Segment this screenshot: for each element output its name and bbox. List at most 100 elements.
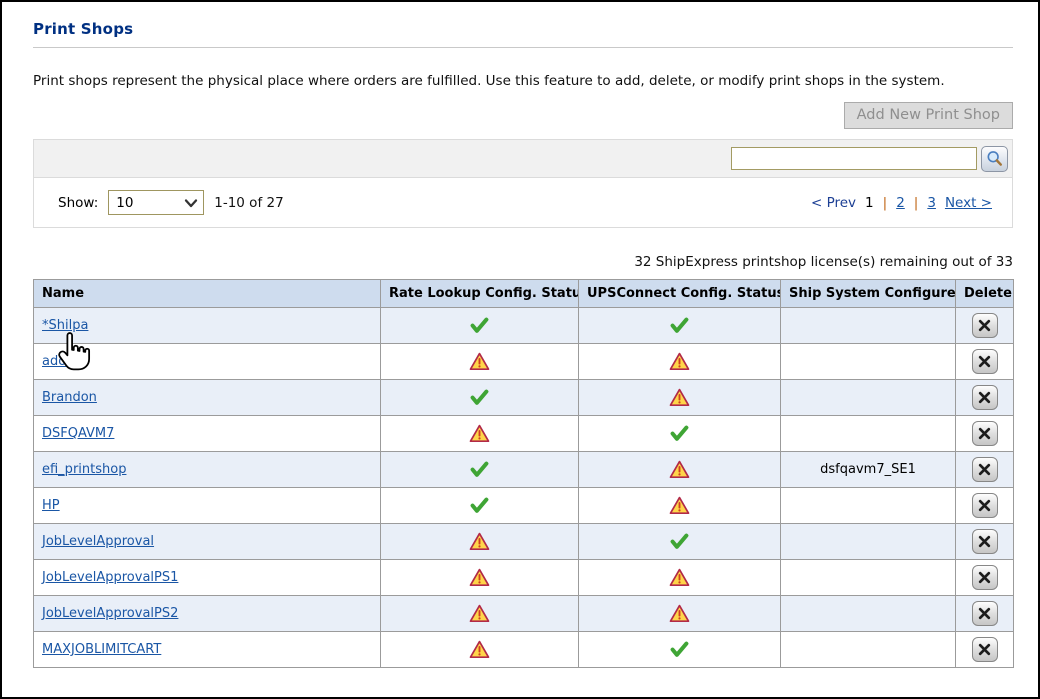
rate-lookup-status-cell: [381, 488, 579, 524]
upsconnect-status-cell: [579, 560, 781, 596]
add-new-print-shop-button[interactable]: Add New Print Shop: [844, 102, 1013, 129]
green-check-icon: [670, 317, 689, 334]
x-icon: [978, 427, 991, 440]
printshop-name-cell: *Shilpa: [34, 308, 381, 344]
table-row: DSFQAVM7: [34, 416, 1014, 452]
search-input[interactable]: [731, 147, 977, 170]
ship-system-cell: [781, 632, 956, 668]
printshop-link[interactable]: DSFQAVM7: [42, 426, 114, 441]
delete-button[interactable]: [972, 601, 998, 626]
delete-cell: [956, 524, 1014, 560]
delete-cell: [956, 560, 1014, 596]
table-row: MAXJOBLIMITCART: [34, 632, 1014, 668]
upsconnect-status-cell: [579, 632, 781, 668]
print-shops-table: Name Rate Lookup Config. Status UPSConne…: [33, 279, 1014, 668]
delete-cell: [956, 452, 1014, 488]
ship-system-cell: [781, 308, 956, 344]
x-icon: [978, 535, 991, 548]
green-check-icon: [470, 461, 489, 478]
page-number-current: 1: [865, 195, 874, 211]
upsconnect-status-cell: [579, 308, 781, 344]
printshop-link[interactable]: efi_printshop: [42, 462, 126, 477]
printshop-link[interactable]: JobLevelApprovalPS2: [42, 606, 178, 621]
range-text: 1-10 of 27: [214, 195, 283, 211]
printshop-link[interactable]: JobLevelApprovalPS1: [42, 570, 178, 585]
rate-lookup-status-cell: [381, 344, 579, 380]
upsconnect-status-cell: [579, 416, 781, 452]
delete-button[interactable]: [972, 421, 998, 446]
page-number-link-3[interactable]: 3: [927, 195, 936, 211]
upsconnect-status-cell: [579, 596, 781, 632]
warning-triangle-icon: [669, 460, 690, 479]
x-icon: [978, 319, 991, 332]
delete-cell: [956, 632, 1014, 668]
green-check-icon: [470, 497, 489, 514]
delete-button[interactable]: [972, 457, 998, 482]
green-check-icon: [670, 641, 689, 658]
warning-triangle-icon: [469, 604, 490, 623]
delete-cell: [956, 416, 1014, 452]
delete-button[interactable]: [972, 493, 998, 518]
pager: < Prev 1 | 2 | 3 Next >: [811, 195, 992, 211]
delete-cell: [956, 380, 1014, 416]
warning-triangle-icon: [469, 352, 490, 371]
column-header-name: Name: [34, 280, 381, 308]
delete-button[interactable]: [972, 529, 998, 554]
x-icon: [978, 391, 991, 404]
warning-triangle-icon: [669, 388, 690, 407]
upsconnect-status-cell: [579, 524, 781, 560]
x-icon: [978, 499, 991, 512]
x-icon: [978, 355, 991, 368]
rate-lookup-status-cell: [381, 308, 579, 344]
ship-system-cell: dsfqavm7_SE1: [781, 452, 956, 488]
warning-triangle-icon: [669, 604, 690, 623]
table-row: Brandon: [34, 380, 1014, 416]
rate-lookup-status-cell: [381, 452, 579, 488]
x-icon: [978, 607, 991, 620]
column-header-rate-lookup: Rate Lookup Config. Status: [381, 280, 579, 308]
prev-page-link[interactable]: < Prev: [811, 195, 856, 211]
delete-cell: [956, 344, 1014, 380]
pagination-bar: Show: 10 1-10 of 27 < Prev 1 | 2 | 3 Nex…: [33, 177, 1013, 228]
delete-button[interactable]: [972, 385, 998, 410]
page-number-link-2[interactable]: 2: [896, 195, 905, 211]
table-row: adobe: [34, 344, 1014, 380]
green-check-icon: [470, 389, 489, 406]
printshop-link[interactable]: JobLevelApproval: [42, 534, 154, 549]
printshop-link[interactable]: adobe: [42, 354, 82, 369]
upsconnect-status-cell: [579, 344, 781, 380]
ship-system-cell: [781, 596, 956, 632]
pager-separator: |: [914, 195, 919, 211]
printshops-tbody: *Shilpa adobe Brandon DSFQAVM7 efi_printshop…: [34, 308, 1014, 668]
delete-button[interactable]: [972, 313, 998, 338]
rate-lookup-status-cell: [381, 380, 579, 416]
delete-button[interactable]: [972, 349, 998, 374]
printshop-link[interactable]: Brandon: [42, 390, 97, 405]
column-header-delete: Delete: [956, 280, 1014, 308]
table-row: JobLevelApprovalPS2: [34, 596, 1014, 632]
column-header-ship-system: Ship System Configured: [781, 280, 956, 308]
printshop-link[interactable]: MAXJOBLIMITCART: [42, 642, 161, 657]
page-size-select[interactable]: 10: [108, 190, 204, 215]
magnifier-icon: [985, 149, 1004, 168]
x-icon: [978, 463, 991, 476]
page-size-value: 10: [116, 195, 133, 211]
warning-triangle-icon: [469, 640, 490, 659]
printshop-link[interactable]: HP: [42, 498, 60, 513]
next-page-link[interactable]: Next >: [945, 195, 992, 211]
delete-button[interactable]: [972, 565, 998, 590]
upsconnect-status-cell: [579, 488, 781, 524]
ship-system-cell: [781, 488, 956, 524]
printshop-name-cell: JobLevelApprovalPS2: [34, 596, 381, 632]
upsconnect-status-cell: [579, 452, 781, 488]
license-note: 32 ShipExpress printshop license(s) rema…: [33, 254, 1013, 270]
search-button[interactable]: [981, 146, 1008, 172]
rate-lookup-status-cell: [381, 524, 579, 560]
table-row: JobLevelApprovalPS1: [34, 560, 1014, 596]
printshop-link[interactable]: *Shilpa: [42, 318, 88, 333]
upsconnect-status-cell: [579, 380, 781, 416]
table-row: JobLevelApproval: [34, 524, 1014, 560]
green-check-icon: [670, 425, 689, 442]
delete-button[interactable]: [972, 637, 998, 662]
title-divider: [33, 47, 1013, 48]
